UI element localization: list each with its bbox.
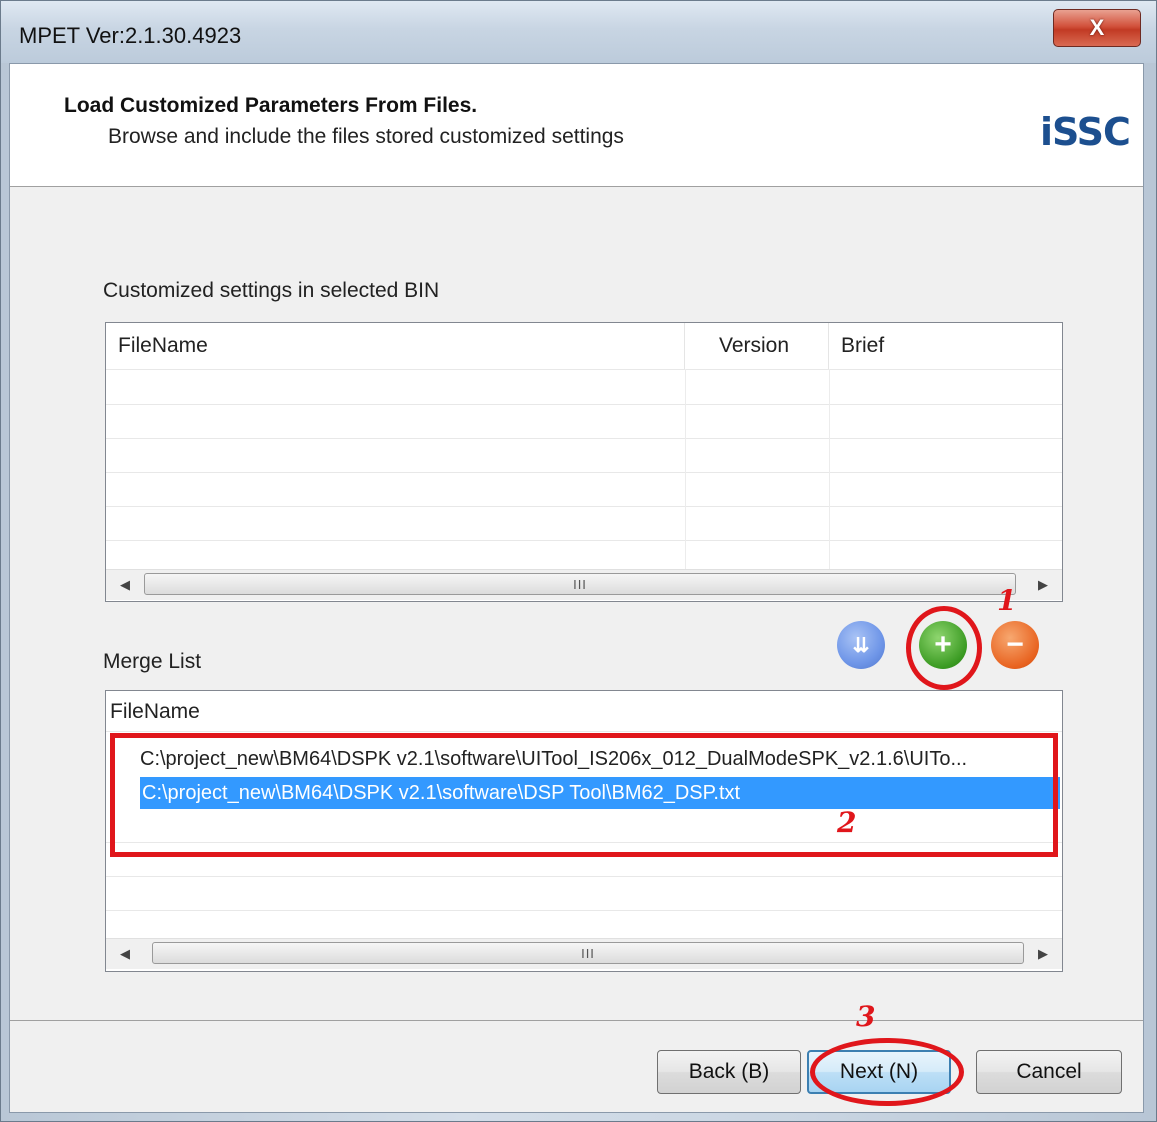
annotation-number-2: 2: [837, 806, 857, 839]
scroll-left-arrow-icon[interactable]: ◀: [110, 570, 140, 600]
dialog-client: Load Customized Parameters From Files. B…: [9, 63, 1144, 1113]
window-title: MPET Ver:2.1.30.4923: [19, 23, 242, 48]
column-header-version[interactable]: Version: [685, 323, 829, 369]
remove-icon[interactable]: −: [991, 621, 1039, 669]
scroll-left-arrow-icon[interactable]: ◀: [110, 939, 140, 969]
merge-list-label: Merge List: [103, 650, 202, 673]
wizard-header: Load Customized Parameters From Files. B…: [10, 64, 1143, 187]
scroll-thumb[interactable]: III: [152, 942, 1024, 964]
grid-row-divider: [106, 472, 1062, 473]
title-bar[interactable]: MPET Ver:2.1.30.4923 X: [1, 1, 1156, 63]
scroll-right-arrow-icon[interactable]: ▶: [1028, 570, 1058, 600]
annotation-rect-merge-rows: [110, 733, 1058, 857]
scroll-thumb[interactable]: III: [144, 573, 1016, 595]
close-button[interactable]: X: [1053, 9, 1141, 47]
grid-row-divider: [106, 540, 1062, 541]
grid-col-divider: [685, 369, 686, 569]
dialog-window: MPET Ver:2.1.30.4923 X Load Customized P…: [0, 0, 1157, 1122]
grid-row-divider: [106, 404, 1062, 405]
annotation-circle-add: [906, 606, 982, 690]
annotation-circle-next: [810, 1038, 964, 1106]
page-subtitle: Browse and include the files stored cust…: [108, 125, 624, 148]
grid-row-divider: [106, 438, 1062, 439]
grid-row-divider: [106, 910, 1062, 911]
page-title: Load Customized Parameters From Files.: [64, 94, 478, 117]
cancel-button[interactable]: Cancel: [976, 1050, 1122, 1094]
grid-row-divider: [106, 876, 1062, 877]
bin-horizontal-scrollbar[interactable]: ◀ III ▶: [106, 569, 1062, 600]
move-down-icon[interactable]: ⇊: [837, 621, 885, 669]
column-header-filename[interactable]: FileName: [106, 323, 685, 369]
grid-col-divider: [829, 369, 830, 569]
bin-settings-grid[interactable]: FileName Version Brief ◀ III ▶: [105, 322, 1063, 602]
grid-row-divider: [106, 731, 1062, 732]
annotation-number-3: 3: [856, 1000, 876, 1033]
footer-divider: [10, 1020, 1143, 1021]
scroll-right-arrow-icon[interactable]: ▶: [1028, 939, 1058, 969]
bin-section-label: Customized settings in selected BIN: [103, 279, 440, 302]
column-header-brief[interactable]: Brief: [829, 323, 1062, 369]
column-header-filename[interactable]: FileName: [106, 691, 1062, 731]
merge-horizontal-scrollbar[interactable]: ◀ III ▶: [106, 938, 1062, 969]
back-button[interactable]: Back (B): [657, 1050, 801, 1094]
close-icon: X: [1089, 15, 1105, 40]
grid-row-divider: [106, 506, 1062, 507]
issc-logo: iSSC: [1040, 110, 1131, 154]
annotation-number-1: 1: [997, 584, 1017, 617]
grid-row-divider: [106, 369, 1062, 370]
